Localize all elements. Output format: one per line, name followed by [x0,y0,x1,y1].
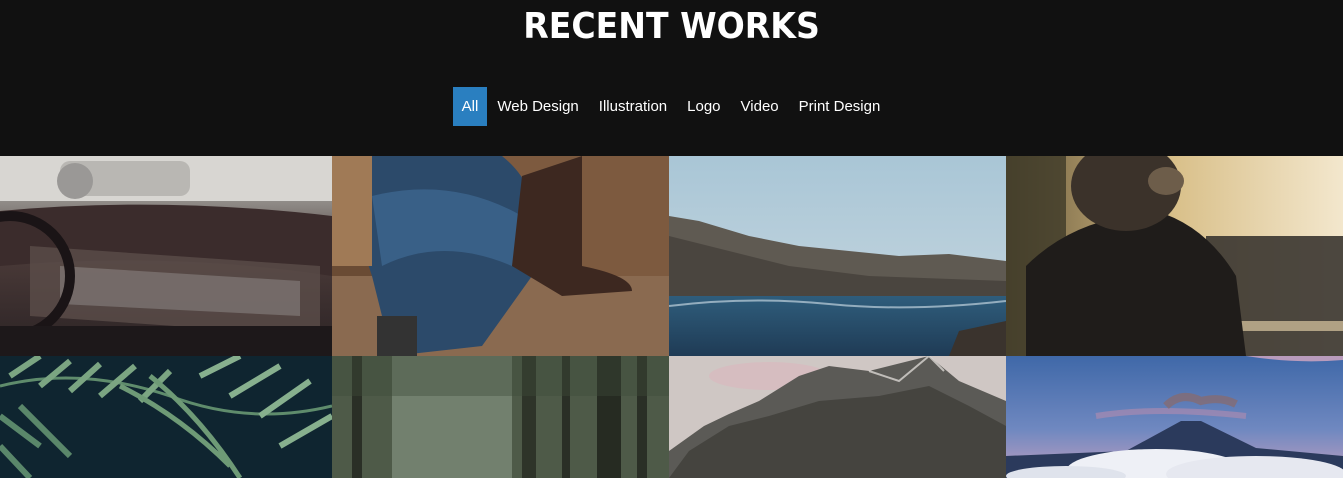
filter-bar: All Web Design Illustration Logo Video P… [0,87,1343,126]
filter-logo[interactable]: Logo [677,87,730,126]
portfolio-grid [0,156,1343,478]
sunset-person-image [1006,156,1343,356]
portfolio-item-sunset-person[interactable] [1006,156,1343,356]
fern-image [0,356,332,478]
boots-image [332,156,669,356]
mountain-image [669,356,1006,478]
filter-illustration[interactable]: Illustration [589,87,677,126]
forest-image [332,356,669,478]
filter-video[interactable]: Video [731,87,789,126]
portfolio-item-coast[interactable] [669,156,1006,356]
portfolio-item-fern[interactable] [0,356,332,478]
filter-print-design[interactable]: Print Design [789,87,891,126]
portfolio-item-forest[interactable] [332,356,669,478]
volcano-image [1006,356,1343,478]
filter-web-design[interactable]: Web Design [487,87,588,126]
filter-all[interactable]: All [452,87,488,126]
portfolio-header: RECENT WORKS All Web Design Illustration… [0,0,1343,156]
portfolio-item-volcano[interactable] [1006,356,1343,478]
section-title: RECENT WORKS [523,6,820,47]
portfolio-item-boots[interactable] [332,156,669,356]
car-dashboard-image [0,156,332,356]
portfolio-item-car-dashboard[interactable] [0,156,332,356]
coast-image [669,156,1006,356]
portfolio-item-mountain[interactable] [669,356,1006,478]
